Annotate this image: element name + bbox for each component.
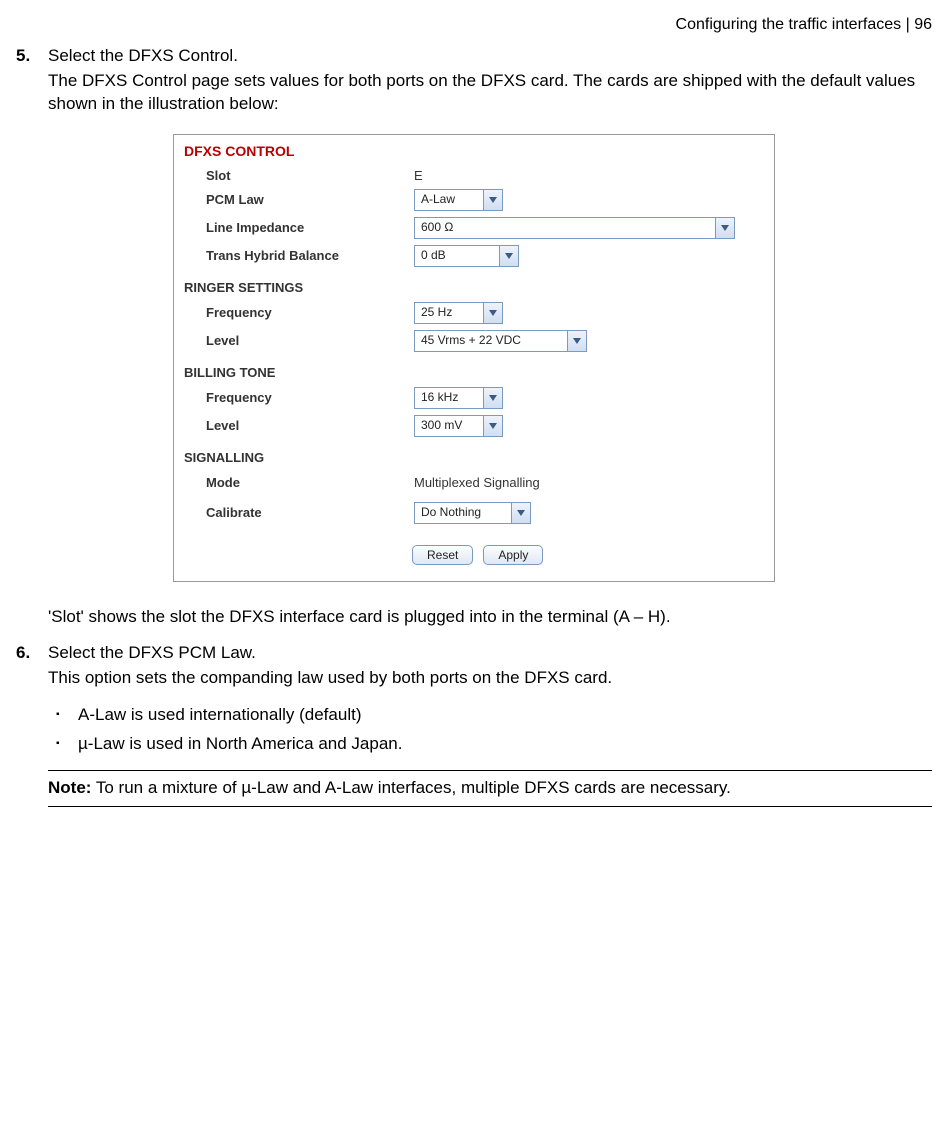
select-thb-value: 0 dB <box>415 246 499 266</box>
chevron-down-icon <box>499 246 518 266</box>
chevron-down-icon <box>483 190 502 210</box>
chevron-down-icon <box>715 218 734 238</box>
label-calibrate: Calibrate <box>184 505 414 520</box>
select-trans-hybrid-balance[interactable]: 0 dB <box>414 245 519 267</box>
chevron-down-icon <box>483 303 502 323</box>
label-signalling-mode: Mode <box>184 475 414 490</box>
row-signalling-mode: Mode Multiplexed Signalling <box>174 469 774 496</box>
note-label: Note: <box>48 778 91 797</box>
step-6: 6. Select the DFXS PCM Law. <box>16 643 932 663</box>
header-sep: | <box>901 16 914 33</box>
select-billing-level[interactable]: 300 mV <box>414 415 503 437</box>
note-box: Note: To run a mixture of µ-Law and A-La… <box>48 770 932 807</box>
row-billing-level: Level 300 mV <box>174 412 774 440</box>
row-trans-hybrid-balance: Trans Hybrid Balance 0 dB <box>174 242 774 270</box>
chevron-down-icon <box>567 331 586 351</box>
select-ringer-level-value: 45 Vrms + 22 VDC <box>415 331 567 351</box>
dfxs-control-panel: DFXS CONTROL Slot E PCM Law A-Law Line I… <box>173 134 775 582</box>
apply-button[interactable]: Apply <box>483 545 543 565</box>
row-ringer-level: Level 45 Vrms + 22 VDC <box>174 327 774 355</box>
chevron-down-icon <box>483 388 502 408</box>
label-pcm-law: PCM Law <box>184 192 414 207</box>
row-slot: Slot E <box>174 165 774 186</box>
value-signalling-mode: Multiplexed Signalling <box>414 475 540 490</box>
label-line-impedance: Line Impedance <box>184 220 414 235</box>
header-page-number: 96 <box>914 16 932 33</box>
step-5-para: The DFXS Control page sets values for bo… <box>48 70 932 116</box>
select-calibrate-value: Do Nothing <box>415 503 511 523</box>
section-ringer-settings: RINGER SETTINGS <box>174 270 774 299</box>
row-calibrate: Calibrate Do Nothing <box>174 496 774 527</box>
page-header: Configuring the traffic interfaces | 96 <box>16 16 932 34</box>
select-billing-frequency-value: 16 kHz <box>415 388 483 408</box>
step-5: 5. Select the DFXS Control. <box>16 46 932 66</box>
label-slot: Slot <box>184 168 414 183</box>
header-section: Configuring the traffic interfaces <box>676 16 902 33</box>
step-6-bullet-list: A-Law is used internationally (default) … <box>48 704 932 756</box>
chevron-down-icon <box>511 503 530 523</box>
step-number: 6. <box>16 643 48 663</box>
row-billing-frequency: Frequency 16 kHz <box>174 384 774 412</box>
panel-button-row: Reset Apply <box>174 527 774 569</box>
step-6-title: Select the DFXS PCM Law. <box>48 643 932 663</box>
select-pcm-law-value: A-Law <box>415 190 483 210</box>
step-6-para: This option sets the companding law used… <box>48 667 932 690</box>
select-line-impedance[interactable]: 600 Ω <box>414 217 735 239</box>
select-ringer-level[interactable]: 45 Vrms + 22 VDC <box>414 330 587 352</box>
section-signalling: SIGNALLING <box>174 440 774 469</box>
label-billing-level: Level <box>184 418 414 433</box>
select-calibrate[interactable]: Do Nothing <box>414 502 531 524</box>
select-billing-frequency[interactable]: 16 kHz <box>414 387 503 409</box>
section-billing-tone: BILLING TONE <box>174 355 774 384</box>
panel-title: DFXS CONTROL <box>174 143 774 165</box>
reset-button[interactable]: Reset <box>412 545 473 565</box>
value-slot: E <box>414 168 423 183</box>
label-ringer-frequency: Frequency <box>184 305 414 320</box>
row-line-impedance: Line Impedance 600 Ω <box>174 214 774 242</box>
select-line-impedance-value: 600 Ω <box>415 218 715 238</box>
label-trans-hybrid-balance: Trans Hybrid Balance <box>184 248 414 263</box>
chevron-down-icon <box>483 416 502 436</box>
list-item: A-Law is used internationally (default) <box>48 704 932 727</box>
select-ringer-frequency[interactable]: 25 Hz <box>414 302 503 324</box>
select-billing-level-value: 300 mV <box>415 416 483 436</box>
note-text: To run a mixture of µ-Law and A-Law inte… <box>91 778 730 797</box>
step-5-title: Select the DFXS Control. <box>48 46 932 66</box>
label-ringer-level: Level <box>184 333 414 348</box>
select-ringer-frequency-value: 25 Hz <box>415 303 483 323</box>
row-ringer-frequency: Frequency 25 Hz <box>174 299 774 327</box>
step-5-after-shot: 'Slot' shows the slot the DFXS interface… <box>48 606 932 629</box>
step-number: 5. <box>16 46 48 66</box>
list-item: µ-Law is used in North America and Japan… <box>48 733 932 756</box>
select-pcm-law[interactable]: A-Law <box>414 189 503 211</box>
label-billing-frequency: Frequency <box>184 390 414 405</box>
row-pcm-law: PCM Law A-Law <box>174 186 774 214</box>
